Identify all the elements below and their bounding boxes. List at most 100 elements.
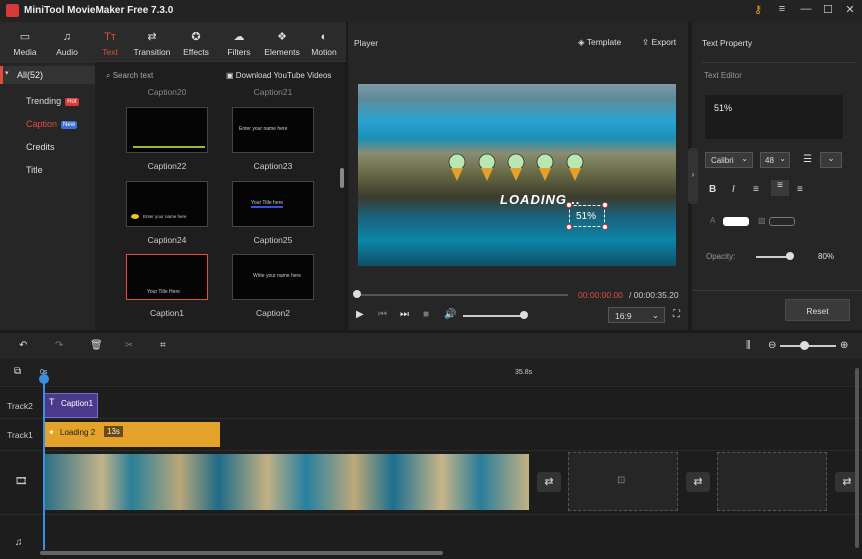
playhead-handle[interactable]: [39, 374, 49, 384]
transition-swap-icon[interactable]: ⇄: [537, 472, 561, 492]
zoom-knob[interactable]: [800, 341, 809, 350]
tab-transition[interactable]: ⇄ Transition: [131, 22, 173, 62]
split-icon[interactable]: ✂: [125, 340, 133, 351]
search-icon: ⌕: [106, 71, 113, 80]
sidebar-item-all[interactable]: ▾ All(52): [0, 66, 95, 84]
bold-icon[interactable]: B: [709, 184, 716, 195]
search-input[interactable]: ⌕ Search text: [106, 71, 153, 81]
elements-icon: ❖: [277, 31, 287, 43]
timeline-scrollbar[interactable]: [40, 551, 443, 555]
text-editor-label: Text Editor: [704, 71, 742, 80]
template-button[interactable]: ◈ Template: [578, 37, 621, 48]
chevron-down-icon: ▾: [5, 70, 9, 77]
resize-handle[interactable]: [566, 224, 572, 230]
tab-text[interactable]: Tт Text: [89, 22, 131, 62]
caption-thumb-2[interactable]: Write your name here: [232, 254, 314, 300]
reset-button[interactable]: Reset: [785, 299, 850, 321]
tab-effects[interactable]: ✪ Effects: [175, 22, 217, 62]
caption-thumb-24[interactable]: Enter your name here: [126, 181, 208, 227]
crop-icon[interactable]: ⌗: [160, 340, 166, 351]
collapse-panel-button[interactable]: ›: [688, 148, 698, 204]
key-icon[interactable]: ⚷: [750, 3, 766, 16]
font-size-select[interactable]: 48 ⌄: [760, 152, 790, 168]
tab-motion[interactable]: ◐ Motion: [303, 22, 345, 62]
sidebar-item-title[interactable]: Title: [26, 165, 43, 175]
volume-icon[interactable]: 🔊: [444, 309, 456, 320]
close-icon[interactable]: ✕: [842, 3, 858, 16]
aspect-ratio-select[interactable]: 16:9 ⌄: [608, 307, 665, 323]
align-left-icon[interactable]: ≡: [753, 184, 759, 195]
opacity-value: 80%: [818, 252, 835, 261]
caption-clip[interactable]: T Caption1: [44, 393, 98, 418]
chevron-down-icon: ⌄: [651, 310, 659, 320]
maximize-icon[interactable]: ☐: [820, 3, 836, 16]
opacity-knob[interactable]: [786, 252, 794, 260]
sidebar-item-trending[interactable]: Trending Hot: [26, 96, 79, 106]
video-clip[interactable]: [44, 454, 529, 510]
line-spacing-icon[interactable]: ☰: [803, 154, 812, 165]
loading-icecream-graphic: [446, 152, 596, 182]
download-youtube-button[interactable]: ▣ Download YouTube Videos: [226, 71, 331, 80]
caption-label: Caption24: [147, 235, 187, 245]
outline-icon[interactable]: ▧: [758, 216, 766, 225]
font-select[interactable]: Calibri ⌄: [705, 152, 753, 168]
app-title: MiniTool MovieMaker Free 7.3.0: [24, 5, 174, 16]
total-time: / 00:00:35.20: [629, 290, 679, 300]
sidebar-item-credits[interactable]: Credits: [26, 142, 55, 152]
layers-icon: ◈: [578, 37, 587, 47]
caption-thumb-25[interactable]: Your Title here: [232, 181, 314, 227]
tab-media[interactable]: ▭ Media: [4, 22, 46, 62]
youtube-icon: ▣: [226, 71, 236, 80]
tab-filters[interactable]: ☁ Filters: [218, 22, 260, 62]
empty-clip-slot[interactable]: [717, 452, 827, 511]
add-track-icon[interactable]: ⧉: [14, 366, 21, 377]
stop-icon[interactable]: ■: [423, 309, 429, 320]
tab-elements[interactable]: ❖ Elements: [261, 22, 303, 62]
text-editor-input[interactable]: 51%: [705, 95, 843, 139]
menu-icon[interactable]: ≡: [774, 3, 790, 15]
playhead-knob[interactable]: [353, 290, 361, 298]
transition-swap-icon[interactable]: ⇄: [686, 472, 710, 492]
loading-clip[interactable]: ✶ Loading 2 13s: [44, 422, 220, 447]
font-color-swatch[interactable]: [723, 217, 749, 226]
align-center-icon[interactable]: ≡: [771, 180, 789, 196]
motion-icon: ◐: [320, 31, 328, 43]
fit-timeline-icon[interactable]: ⫼: [746, 340, 751, 351]
italic-icon[interactable]: I: [732, 184, 735, 195]
tab-audio[interactable]: ♫ Audio: [46, 22, 88, 62]
text-icon: Tт: [104, 31, 116, 43]
export-button[interactable]: ⇪ Export: [642, 37, 676, 48]
empty-clip-slot[interactable]: ⊡: [568, 452, 678, 511]
caption-thumb-22[interactable]: [126, 107, 208, 153]
text-property-panel: [692, 22, 862, 330]
previous-frame-icon[interactable]: ⏮: [378, 309, 387, 320]
caption-thumb-1[interactable]: Your Title Here: [126, 254, 208, 300]
outline-color-swatch[interactable]: [769, 217, 795, 226]
next-frame-icon[interactable]: ⏭: [400, 309, 409, 320]
more-options-chevron-icon[interactable]: ⌄: [820, 152, 842, 168]
filters-icon: ☁: [233, 31, 245, 43]
resize-handle[interactable]: [602, 224, 608, 230]
delete-icon[interactable]: 🗑: [90, 340, 103, 351]
align-right-icon[interactable]: ≡: [797, 184, 803, 195]
library-scrollbar[interactable]: [340, 168, 344, 188]
zoom-out-icon[interactable]: ⊖: [768, 340, 776, 351]
caption-thumb-23[interactable]: Enter your name here: [232, 107, 314, 153]
playback-progress[interactable]: [356, 294, 568, 296]
volume-slider[interactable]: [463, 315, 525, 317]
vertical-scrollbar[interactable]: [855, 368, 859, 548]
effects-icon: ✪: [191, 31, 201, 43]
play-icon[interactable]: ▶: [356, 309, 364, 320]
undo-icon[interactable]: ↶: [19, 340, 27, 351]
fullscreen-icon[interactable]: ⛶: [673, 309, 680, 320]
resize-handle[interactable]: [566, 202, 572, 208]
timeline-playhead[interactable]: [43, 370, 45, 550]
import-icon: ⊡: [617, 475, 626, 486]
minimize-icon[interactable]: —: [798, 3, 814, 15]
font-color-icon[interactable]: A: [710, 216, 715, 225]
sidebar-item-caption[interactable]: Caption New: [26, 119, 78, 129]
redo-icon[interactable]: ↷: [55, 340, 63, 351]
volume-knob[interactable]: [520, 311, 528, 319]
zoom-in-icon[interactable]: ⊕: [840, 340, 848, 351]
resize-handle[interactable]: [602, 202, 608, 208]
